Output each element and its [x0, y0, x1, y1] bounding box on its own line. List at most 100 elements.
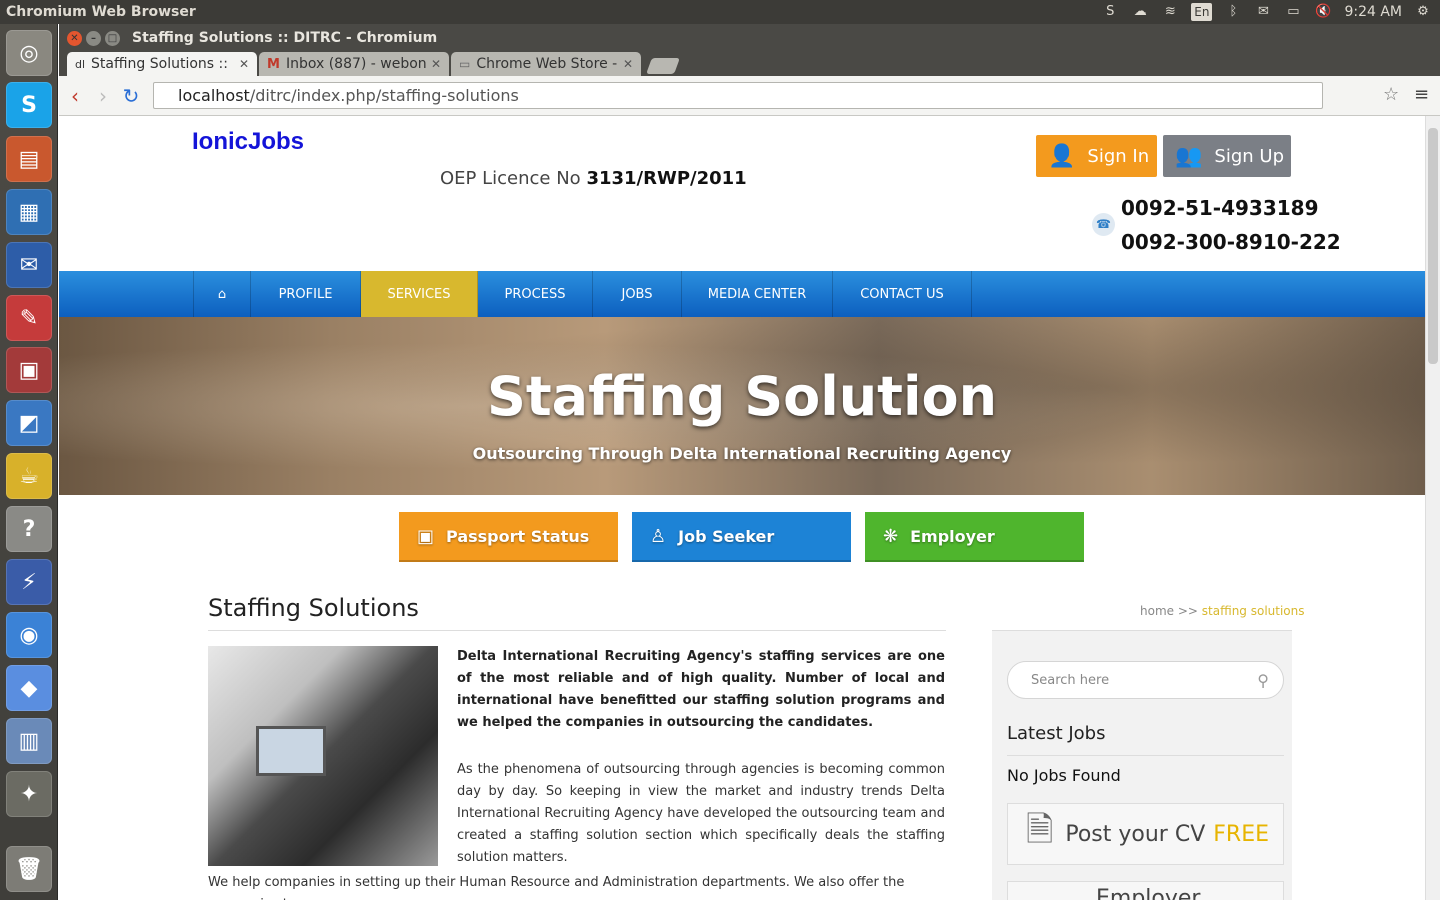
mysql-workbench-icon[interactable]: ◩	[6, 400, 52, 446]
minimize-window-icon[interactable]: –	[86, 30, 101, 46]
skype-tray-icon[interactable]: S	[1101, 5, 1119, 19]
wifi-icon[interactable]: ≋	[1161, 5, 1179, 19]
writer-app-icon[interactable]: ▦	[6, 189, 52, 235]
sidebar: Search here ⚲ Latest Jobs No Jobs Found …	[992, 630, 1292, 900]
tab-label: Chrome Web Store -	[476, 56, 618, 72]
skype-icon[interactable]: S	[6, 82, 52, 128]
bookmark-star-icon[interactable]: ☆	[1383, 84, 1399, 105]
address-bar[interactable]: localhost/ditrc/index.php/staffing-solut…	[153, 82, 1323, 109]
phone-icon: ☎	[1092, 213, 1115, 236]
trash-icon[interactable]: 🗑	[6, 846, 52, 892]
no-jobs-message: No Jobs Found	[1007, 766, 1121, 785]
browser-toolbar: ‹ › ↻ localhost/ditrc/index.php/staffing…	[59, 76, 1440, 116]
search-placeholder: Search here	[1031, 672, 1110, 688]
passport-status-button[interactable]: ▣ Passport Status	[399, 512, 618, 562]
remote-desktop-icon[interactable]: ⚡	[6, 559, 52, 605]
reload-icon[interactable]: ↻	[117, 84, 145, 108]
close-tab-icon[interactable]: ✕	[239, 57, 249, 71]
employer-label: Employer	[910, 526, 995, 546]
virtualbox-icon[interactable]: ◆	[6, 665, 52, 711]
nav-jobs[interactable]: JOBS	[593, 271, 682, 317]
search-input[interactable]: Search here ⚲	[1007, 661, 1284, 699]
presentation-app-icon[interactable]: ▤	[6, 136, 52, 182]
breadcrumb-home[interactable]: home >>	[1140, 604, 1198, 618]
battery-icon[interactable]: ▭	[1284, 5, 1302, 19]
hero-subtitle: Outsourcing Through Delta International …	[472, 444, 1012, 463]
gimp-icon[interactable]: ✦	[6, 771, 52, 817]
nav-media-center[interactable]: MEDIA CENTER	[682, 271, 833, 317]
dash-home-icon[interactable]: ◎	[6, 30, 52, 76]
main-nav: ⌂ PROFILE SERVICES PROCESS JOBS MEDIA CE…	[59, 271, 1425, 317]
sign-up-button[interactable]: 👥 Sign Up	[1163, 135, 1291, 177]
forward-arrow-icon[interactable]: ›	[89, 84, 117, 108]
gear-icon[interactable]: ⚙	[1414, 5, 1432, 19]
tab-strip: dl Staffing Solutions :: ✕ M Inbox (887)…	[59, 52, 680, 76]
sign-in-button[interactable]: 👤 Sign In	[1036, 135, 1157, 177]
breadcrumb: home >> staffing solutions	[1140, 604, 1305, 618]
system-tray: S ☁ ≋ En ᛒ ✉ ▭ 🔇 9:24 AM ⚙	[1101, 0, 1432, 24]
webstore-favicon-icon: ▭	[459, 57, 471, 71]
office-team-photo	[208, 646, 438, 866]
search-icon[interactable]: ⚲	[1257, 671, 1269, 690]
teapot-app-icon[interactable]: ☕	[6, 453, 52, 499]
licence-info: OEP Licence No 3131/RWP/2011	[440, 168, 747, 189]
bluetooth-icon[interactable]: ᛒ	[1224, 5, 1242, 19]
back-arrow-icon[interactable]: ‹	[61, 84, 89, 108]
person-icon: ♙	[650, 525, 667, 547]
mail-icon[interactable]: ✉	[1254, 5, 1272, 19]
tab-label: Staffing Solutions ::	[91, 56, 228, 72]
keyboard-layout-indicator[interactable]: En	[1191, 3, 1213, 21]
nav-profile[interactable]: PROFILE	[251, 271, 361, 317]
new-tab-button[interactable]	[646, 58, 680, 74]
user-icon: 👤	[1048, 143, 1076, 169]
nav-home[interactable]: ⌂	[194, 271, 251, 317]
home-icon: ⌂	[217, 286, 227, 302]
browser-chrome: ✕ – □ Staffing Solutions :: DITRC - Chro…	[59, 24, 1440, 116]
page-scrollbar[interactable]	[1425, 116, 1440, 900]
post-cv-label: Post your CV	[1065, 821, 1206, 847]
sign-up-label: Sign Up	[1214, 145, 1284, 167]
tab-chrome-web-store[interactable]: ▭ Chrome Web Store - ✕	[451, 52, 641, 76]
help-icon[interactable]: ?	[6, 506, 52, 552]
cloud-icon[interactable]: ☁	[1131, 5, 1149, 19]
phone-number-1: 0092-51-4933189	[1121, 196, 1319, 220]
divider	[208, 630, 946, 631]
nav-process[interactable]: PROCESS	[478, 271, 593, 317]
document-icon: 🗎	[1026, 809, 1054, 850]
tab-gmail-inbox[interactable]: M Inbox (887) - webone ✕	[259, 52, 449, 76]
tab-staffing-solutions[interactable]: dl Staffing Solutions :: ✕	[67, 52, 257, 76]
employer-button[interactable]: ❋ Employer	[865, 512, 1084, 562]
thunderbird-icon[interactable]: ✉	[6, 242, 52, 288]
browser-menu-icon[interactable]: ≡	[1414, 84, 1429, 105]
chromium-icon[interactable]: ◉	[6, 612, 52, 658]
site-logo[interactable]: IonicJobs	[192, 128, 304, 156]
file-manager-icon[interactable]: ▣	[6, 347, 52, 393]
sign-in-label: Sign In	[1087, 145, 1150, 167]
latest-jobs-heading: Latest Jobs	[1007, 723, 1106, 744]
post-cv-button[interactable]: 🗎 Post your CV FREE	[1007, 803, 1284, 865]
scrollbar-thumb[interactable]	[1428, 128, 1438, 364]
passport-status-label: Passport Status	[446, 526, 590, 546]
nav-contact-us[interactable]: CONTACT US	[833, 271, 972, 317]
outsourcing-paragraph: As the phenomena of outsourcing through …	[457, 762, 945, 865]
employer-box[interactable]: Employer	[1007, 881, 1284, 900]
close-window-icon[interactable]: ✕	[67, 30, 82, 46]
licence-number: 3131/RWP/2011	[586, 168, 747, 189]
window-titlebar: ✕ – □ Staffing Solutions :: DITRC - Chro…	[59, 24, 1440, 52]
url-path: /ditrc/index.php/staffing-solutions	[249, 86, 519, 105]
site-favicon-icon: dl	[75, 57, 86, 71]
intro-paragraph: Delta International Recruiting Agency's …	[457, 649, 945, 730]
divider	[1007, 755, 1284, 756]
job-seeker-button[interactable]: ♙ Job Seeker	[632, 512, 851, 562]
settings-tools-icon[interactable]: ✎	[6, 295, 52, 341]
close-tab-icon[interactable]: ✕	[623, 57, 633, 71]
close-tab-icon[interactable]: ✕	[431, 57, 441, 71]
clock[interactable]: 9:24 AM	[1344, 4, 1402, 20]
breadcrumb-current: staffing solutions	[1201, 604, 1305, 618]
maximize-window-icon[interactable]: □	[105, 30, 120, 46]
hr-services-paragraph: We help companies in setting up their Hu…	[208, 875, 905, 900]
workspace-switcher-icon[interactable]: ▥	[6, 718, 52, 764]
volume-muted-icon[interactable]: 🔇	[1314, 5, 1332, 19]
users-icon: 👥	[1175, 143, 1203, 169]
nav-services[interactable]: SERVICES	[361, 271, 478, 317]
